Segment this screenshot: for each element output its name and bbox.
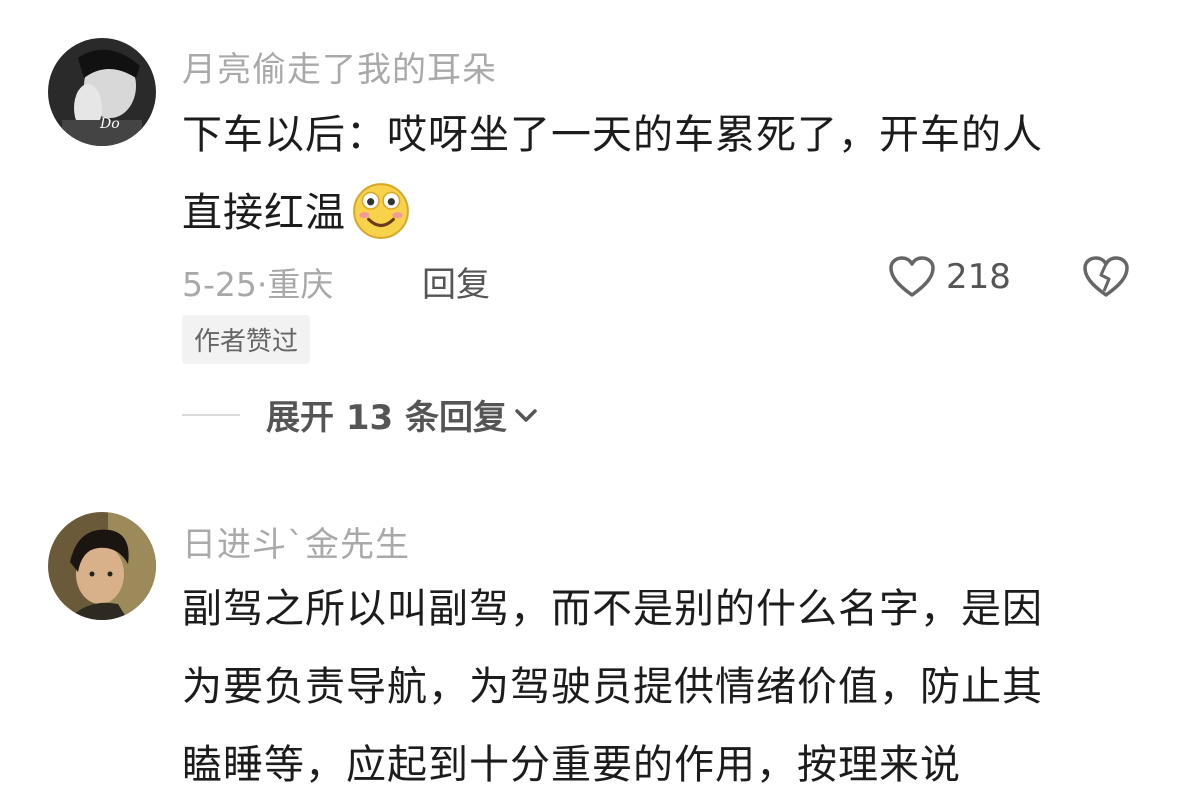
smiley-emoji-icon — [353, 183, 409, 239]
comment-line: 副驾之所以叫副驾，而不是别的什么名字，是因 — [182, 586, 1043, 632]
comment-line-text: 直接红温 — [182, 190, 346, 236]
comment-line: 瞌睡等，应起到十分重要的作用，按理来说 — [182, 742, 961, 788]
comment-line: 直接红温 — [182, 174, 1043, 252]
divider-line — [182, 413, 240, 416]
avatar[interactable]: Do — [48, 38, 156, 146]
expand-replies-button[interactable]: 展开 13 条回复 — [182, 390, 539, 439]
expand-replies-label: 展开 13 条回复 — [266, 398, 507, 438]
chevron-down-icon — [515, 408, 537, 422]
comment-username[interactable]: 日进斗`金先生 — [182, 517, 410, 566]
heart-outline-icon — [889, 256, 935, 297]
svg-text:Do: Do — [99, 116, 120, 132]
comment-content: 副驾之所以叫副驾，而不是别的什么名字，是因 为要负责导航，为驾驶员提供情绪价值，… — [182, 570, 1043, 804]
reply-button[interactable]: 回复 — [422, 257, 490, 306]
comment-line: 下车以后：哎呀坐了一天的车累死了，开车的人 — [182, 112, 1043, 158]
comment-line: 为要负责导航，为驾驶员提供情绪价值，防止其 — [182, 664, 1043, 710]
author-liked-badge: 作者赞过 — [182, 315, 311, 364]
like-button[interactable]: 218 — [888, 255, 1011, 299]
broken-heart-icon[interactable] — [1082, 255, 1130, 299]
comment-username[interactable]: 月亮偷走了我的耳朵 — [182, 42, 497, 91]
like-count: 218 — [946, 257, 1011, 297]
avatar[interactable] — [48, 512, 156, 620]
comment-content: 下车以后：哎呀坐了一天的车累死了，开车的人 直接红温 — [182, 96, 1043, 252]
comment-date-location: 5-25·重庆 — [182, 265, 334, 304]
